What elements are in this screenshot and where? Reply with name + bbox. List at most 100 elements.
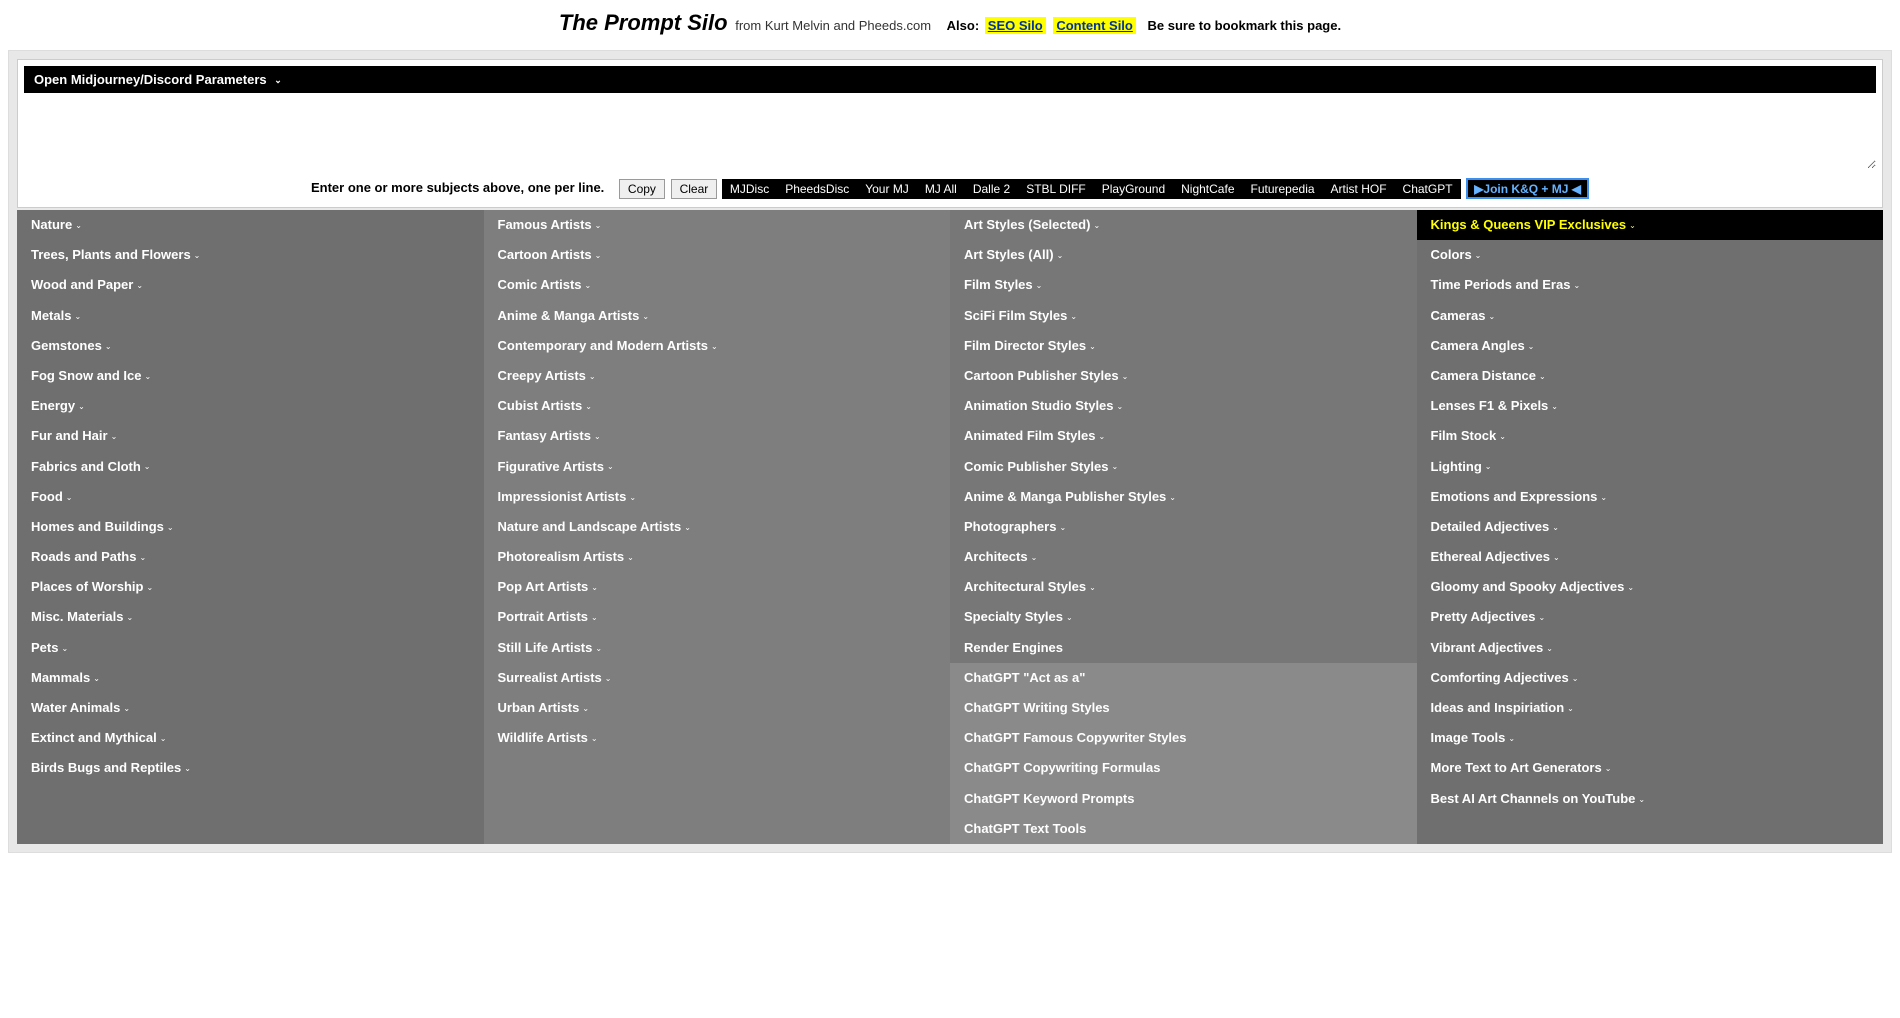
clear-button[interactable]: Clear <box>671 179 718 199</box>
category-item[interactable]: Anime & Manga Publisher Styles⌄ <box>950 482 1417 512</box>
join-button[interactable]: ▶Join K&Q + MJ ◀ <box>1466 178 1589 199</box>
toolbar-link[interactable]: PheedsDisc <box>777 179 857 199</box>
category-item[interactable]: Architectural Styles⌄ <box>950 572 1417 602</box>
category-item[interactable]: Film Director Styles⌄ <box>950 331 1417 361</box>
category-item[interactable]: Wood and Paper⌄ <box>17 270 484 300</box>
toolbar-link[interactable]: Your MJ <box>857 179 917 199</box>
toolbar-link[interactable]: Dalle 2 <box>965 179 1018 199</box>
category-item[interactable]: Fantasy Artists⌄ <box>484 421 951 451</box>
category-item[interactable]: Ethereal Adjectives⌄ <box>1417 542 1884 572</box>
category-item[interactable]: Gloomy and Spooky Adjectives⌄ <box>1417 572 1884 602</box>
category-item[interactable]: Cartoon Artists⌄ <box>484 240 951 270</box>
category-item[interactable]: Best AI Art Channels on YouTube⌄ <box>1417 784 1884 814</box>
category-item[interactable]: Surrealist Artists⌄ <box>484 663 951 693</box>
category-item[interactable]: Pets⌄ <box>17 633 484 663</box>
category-item[interactable]: Camera Angles⌄ <box>1417 331 1884 361</box>
category-item[interactable]: Animated Film Styles⌄ <box>950 421 1417 451</box>
category-item[interactable]: Detailed Adjectives⌄ <box>1417 512 1884 542</box>
category-item[interactable]: Vibrant Adjectives⌄ <box>1417 633 1884 663</box>
category-item[interactable]: Time Periods and Eras⌄ <box>1417 270 1884 300</box>
category-item[interactable]: Pretty Adjectives⌄ <box>1417 602 1884 632</box>
category-item[interactable]: Energy⌄ <box>17 391 484 421</box>
toolbar-link[interactable]: PlayGround <box>1094 179 1173 199</box>
toolbar-link[interactable]: STBL DIFF <box>1018 179 1094 199</box>
category-item[interactable]: More Text to Art Generators⌄ <box>1417 753 1884 783</box>
category-item[interactable]: Cameras⌄ <box>1417 301 1884 331</box>
category-item[interactable]: Trees, Plants and Flowers⌄ <box>17 240 484 270</box>
prompt-textarea[interactable] <box>24 97 1876 169</box>
category-item[interactable]: Birds Bugs and Reptiles⌄ <box>17 753 484 783</box>
toolbar-link[interactable]: NightCafe <box>1173 179 1242 199</box>
category-item[interactable]: ChatGPT "Act as a"⌄ <box>950 663 1417 693</box>
chevron-down-icon: ⌄ <box>1539 613 1546 622</box>
category-item[interactable]: Colors⌄ <box>1417 240 1884 270</box>
category-item[interactable]: Figurative Artists⌄ <box>484 452 951 482</box>
toolbar-link[interactable]: Futurepedia <box>1243 179 1323 199</box>
category-item[interactable]: Lenses F1 & Pixels⌄ <box>1417 391 1884 421</box>
category-item[interactable]: Mammals⌄ <box>17 663 484 693</box>
category-item[interactable]: Misc. Materials⌄ <box>17 602 484 632</box>
category-item[interactable]: Camera Distance⌄ <box>1417 361 1884 391</box>
category-item[interactable]: Anime & Manga Artists⌄ <box>484 301 951 331</box>
category-item[interactable]: Fog Snow and Ice⌄ <box>17 361 484 391</box>
params-toggle-bar[interactable]: Open Midjourney/Discord Parameters ⌄ <box>24 66 1876 93</box>
category-item[interactable]: Cartoon Publisher Styles⌄ <box>950 361 1417 391</box>
toolbar-link[interactable]: MJDisc <box>722 179 777 199</box>
category-item[interactable]: Creepy Artists⌄ <box>484 361 951 391</box>
category-item[interactable]: Art Styles (All)⌄ <box>950 240 1417 270</box>
category-item[interactable]: Image Tools⌄ <box>1417 723 1884 753</box>
category-item[interactable]: ChatGPT Keyword Prompts⌄ <box>950 784 1417 814</box>
category-item[interactable]: Food⌄ <box>17 482 484 512</box>
category-item-label: Places of Worship <box>31 579 143 594</box>
category-item[interactable]: Urban Artists⌄ <box>484 693 951 723</box>
category-item-label: Architects <box>964 549 1028 564</box>
category-item[interactable]: Famous Artists⌄ <box>484 210 951 240</box>
category-item[interactable]: Animation Studio Styles⌄ <box>950 391 1417 421</box>
category-item[interactable]: Portrait Artists⌄ <box>484 602 951 632</box>
category-item[interactable]: Comforting Adjectives⌄ <box>1417 663 1884 693</box>
toolbar-link[interactable]: ChatGPT <box>1395 179 1461 199</box>
category-item[interactable]: Water Animals⌄ <box>17 693 484 723</box>
category-item[interactable]: Homes and Buildings⌄ <box>17 512 484 542</box>
category-item[interactable]: Photorealism Artists⌄ <box>484 542 951 572</box>
category-item[interactable]: Cubist Artists⌄ <box>484 391 951 421</box>
category-item[interactable]: ChatGPT Copywriting Formulas⌄ <box>950 753 1417 783</box>
category-item[interactable]: Architects⌄ <box>950 542 1417 572</box>
category-item[interactable]: Gemstones⌄ <box>17 331 484 361</box>
category-item[interactable]: Specialty Styles⌄ <box>950 602 1417 632</box>
category-item[interactable]: ChatGPT Writing Styles⌄ <box>950 693 1417 723</box>
content-silo-link[interactable]: Content Silo <box>1053 17 1136 34</box>
category-item[interactable]: Pop Art Artists⌄ <box>484 572 951 602</box>
category-item[interactable]: ChatGPT Text Tools⌄ <box>950 814 1417 844</box>
category-item[interactable]: Fabrics and Cloth⌄ <box>17 452 484 482</box>
category-item[interactable]: Film Styles⌄ <box>950 270 1417 300</box>
toolbar-link[interactable]: MJ All <box>917 179 965 199</box>
category-item[interactable]: Nature and Landscape Artists⌄ <box>484 512 951 542</box>
category-item[interactable]: Film Stock⌄ <box>1417 421 1884 451</box>
category-item[interactable]: Extinct and Mythical⌄ <box>17 723 484 753</box>
category-item[interactable]: Art Styles (Selected)⌄ <box>950 210 1417 240</box>
category-item[interactable]: Places of Worship⌄ <box>17 572 484 602</box>
category-item[interactable]: Render Engines⌄ <box>950 633 1417 663</box>
category-item[interactable]: Wildlife Artists⌄ <box>484 723 951 753</box>
category-item[interactable]: Impressionist Artists⌄ <box>484 482 951 512</box>
category-item[interactable]: Nature⌄ <box>17 210 484 240</box>
category-item[interactable]: Photographers⌄ <box>950 512 1417 542</box>
seo-silo-link[interactable]: SEO Silo <box>985 17 1046 34</box>
category-item[interactable]: ChatGPT Famous Copywriter Styles⌄ <box>950 723 1417 753</box>
category-item[interactable]: Comic Artists⌄ <box>484 270 951 300</box>
category-item[interactable]: Kings & Queens VIP Exclusives⌄ <box>1417 210 1884 240</box>
category-item[interactable]: Emotions and Expressions⌄ <box>1417 482 1884 512</box>
toolbar-link[interactable]: Artist HOF <box>1323 179 1395 199</box>
category-item[interactable]: Ideas and Inspiriation⌄ <box>1417 693 1884 723</box>
category-item[interactable]: SciFi Film Styles⌄ <box>950 301 1417 331</box>
category-item[interactable]: Lighting⌄ <box>1417 452 1884 482</box>
copy-button[interactable]: Copy <box>619 179 665 199</box>
category-item[interactable]: Contemporary and Modern Artists⌄ <box>484 331 951 361</box>
category-item[interactable]: Metals⌄ <box>17 301 484 331</box>
category-item[interactable]: Still Life Artists⌄ <box>484 633 951 663</box>
category-item[interactable]: Roads and Paths⌄ <box>17 542 484 572</box>
category-item[interactable]: Comic Publisher Styles⌄ <box>950 452 1417 482</box>
category-item-label: Surrealist Artists <box>498 670 602 685</box>
category-item[interactable]: Fur and Hair⌄ <box>17 421 484 451</box>
